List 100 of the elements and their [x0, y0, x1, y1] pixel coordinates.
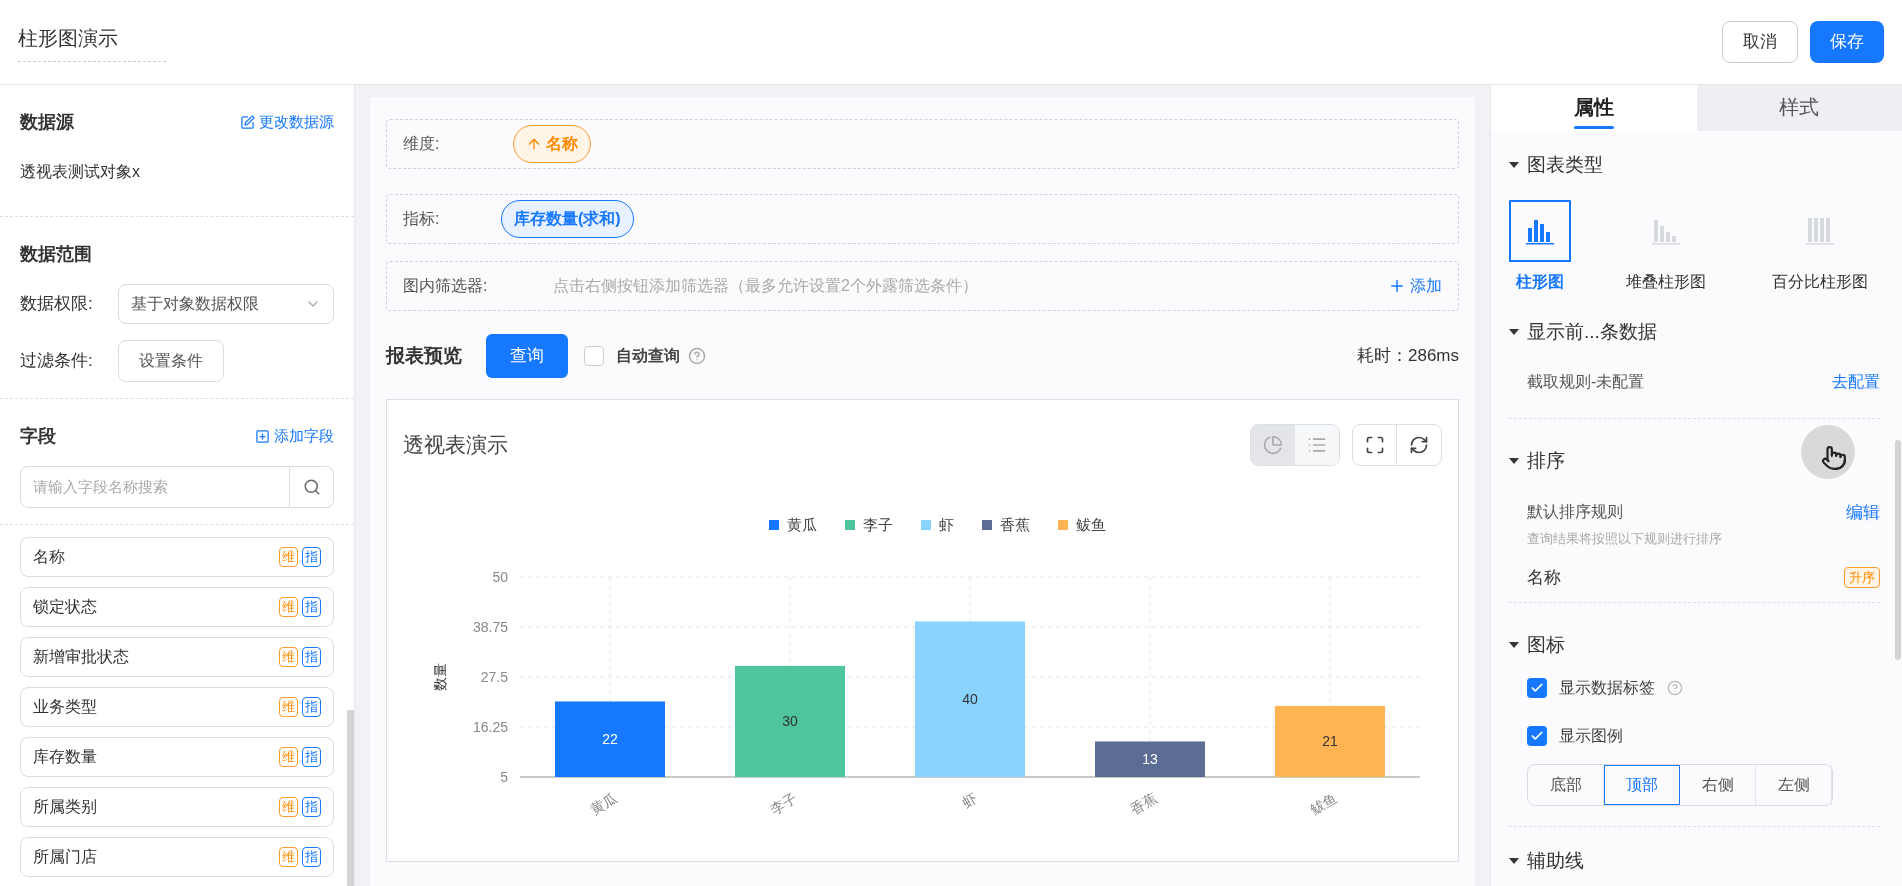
section-title: 显示前...条数据	[1527, 319, 1657, 344]
dimension-tag[interactable]: 维	[279, 847, 298, 867]
field-label: 过滤条件:	[20, 350, 94, 373]
caret-icon[interactable]	[1509, 856, 1519, 865]
metric-tag[interactable]: 指	[302, 697, 321, 717]
permission-select[interactable]: 基于对象数据权限	[118, 284, 334, 324]
y-axis-tick: 27.5	[480, 668, 508, 685]
caret-icon[interactable]	[1509, 161, 1519, 170]
set-condition-button[interactable]: 设置条件	[118, 340, 224, 382]
section-title: 字段	[20, 425, 56, 448]
checkbox[interactable]	[1527, 677, 1547, 698]
config-label: 指标:	[403, 209, 441, 229]
help-icon	[688, 347, 706, 365]
dimension-tag[interactable]: 维	[279, 647, 298, 667]
change-data-source-link[interactable]: 更改数据源	[240, 111, 334, 134]
chart-type-option[interactable]: 堆叠柱形图	[1605, 199, 1726, 294]
query-button[interactable]: 查询	[486, 334, 568, 378]
caret-icon[interactable]	[1509, 641, 1519, 650]
add-field-link[interactable]: 添加字段	[255, 425, 334, 448]
dimension-tag[interactable]: 维	[279, 747, 298, 767]
dimension-tag[interactable]: 维	[279, 697, 298, 717]
legend-label[interactable]: 虾	[939, 514, 954, 537]
section-title: 辅助线	[1527, 848, 1584, 873]
legend-position-option[interactable]: 顶部	[1604, 764, 1680, 805]
save-button[interactable]: 保存	[1810, 21, 1884, 63]
field-name: 所属类别	[33, 797, 97, 817]
x-axis-label: 香蕉	[1127, 789, 1160, 818]
field-item[interactable]: 锁定状态 维 指	[20, 587, 334, 627]
list-view-toggle[interactable]	[1295, 425, 1339, 465]
arrow-up-icon	[526, 136, 542, 152]
list-icon	[1307, 435, 1327, 455]
field-name: 库存数量	[33, 747, 97, 767]
configure-link[interactable]: 去配置	[1832, 370, 1880, 394]
field-name: 名称	[33, 547, 65, 567]
sort-hint: 查询结果将按照以下规则进行排序	[1527, 530, 1723, 548]
sort-rule-title: 默认排序规则	[1527, 502, 1623, 523]
rule-text: 截取规则-未配置	[1527, 372, 1645, 392]
metric-tag[interactable]: 指	[302, 647, 321, 667]
scrollbar-thumb[interactable]	[347, 710, 354, 886]
field-item[interactable]: 名称 维 指	[20, 537, 334, 577]
chart-title: 透视表演示	[403, 432, 508, 459]
legend-position-option[interactable]: 右侧	[1680, 764, 1756, 805]
panel-tab[interactable]: 样式	[1696, 85, 1902, 131]
field-item[interactable]: 库存数量 维 指	[20, 737, 334, 777]
section-title: 图标	[1527, 633, 1565, 657]
bar-value-label: 13	[1142, 750, 1158, 767]
bar-value-label: 30	[782, 712, 798, 729]
x-axis-label: 虾	[959, 789, 980, 811]
legend-position-option[interactable]: 左侧	[1756, 764, 1832, 805]
y-axis-tick: 16.25	[472, 718, 508, 735]
field-item[interactable]: 所属类别 维 指	[20, 787, 334, 827]
metric-tag[interactable]: 指	[302, 847, 321, 867]
chart-type-option[interactable]: 百分比柱形图	[1760, 199, 1880, 294]
dimension-tag[interactable]: 维	[279, 797, 298, 817]
section-title: 排序	[1527, 449, 1565, 473]
field-item[interactable]: 新增审批状态 维 指	[20, 637, 334, 677]
add-filter-button[interactable]: 添加	[1388, 274, 1442, 298]
page-title[interactable]: 柱形图演示	[18, 22, 166, 62]
auto-query-checkbox[interactable]	[584, 346, 604, 366]
field-name: 所属门店	[33, 847, 97, 867]
data-source-name: 透视表测试对象x	[20, 162, 141, 182]
hand-cursor-icon	[1821, 445, 1847, 471]
filter-hint: 点击右侧按钮添加筛选器（最多允许设置2个外露筛选条件）	[553, 276, 979, 296]
metric-tag[interactable]: 指	[302, 747, 321, 767]
chart-view-toggle[interactable]	[1251, 425, 1295, 465]
legend-label[interactable]: 李子	[863, 514, 893, 537]
metric-chip[interactable]: 库存数量(求和)	[501, 200, 634, 238]
field-name: 业务类型	[33, 697, 97, 717]
legend-label[interactable]: 黄瓜	[787, 514, 817, 537]
section-title: 报表预览	[386, 343, 462, 368]
scrollbar-thumb[interactable]	[1895, 440, 1901, 660]
dimension-tag[interactable]: 维	[279, 597, 298, 617]
caret-icon[interactable]	[1509, 457, 1519, 466]
legend-label[interactable]: 鲅鱼	[1076, 514, 1106, 537]
y-axis-title: 数量	[432, 662, 448, 691]
field-search-input[interactable]: 请输入字段名称搜索	[20, 466, 290, 508]
search-icon	[302, 478, 321, 496]
metric-tag[interactable]: 指	[302, 797, 321, 817]
field-item[interactable]: 业务类型 维 指	[20, 687, 334, 727]
edit-link[interactable]: 编辑	[1846, 499, 1880, 525]
metric-tag[interactable]: 指	[302, 547, 321, 567]
checkbox[interactable]	[1527, 725, 1547, 746]
panel-tab[interactable]: 属性	[1491, 85, 1697, 131]
bar-value-label: 21	[1322, 732, 1338, 749]
search-button[interactable]	[290, 466, 334, 508]
cancel-button[interactable]: 取消	[1722, 21, 1798, 63]
field-item[interactable]: 所属门店 维 指	[20, 837, 334, 877]
caret-icon[interactable]	[1509, 327, 1519, 336]
bar-chart-icon	[1805, 216, 1835, 245]
plus-square-icon	[255, 429, 270, 444]
y-axis-tick: 50	[492, 568, 508, 585]
sort-field: 名称	[1527, 564, 1561, 590]
sort-order-tag[interactable]: 升序	[1844, 566, 1880, 588]
dimension-tag[interactable]: 维	[279, 547, 298, 567]
plus-icon	[1388, 277, 1406, 295]
legend-label[interactable]: 香蕉	[1000, 514, 1030, 537]
legend-position-option[interactable]: 底部	[1528, 764, 1604, 805]
metric-tag[interactable]: 指	[302, 597, 321, 617]
edit-icon	[240, 115, 255, 130]
auto-query-label: 自动查询	[616, 346, 680, 366]
